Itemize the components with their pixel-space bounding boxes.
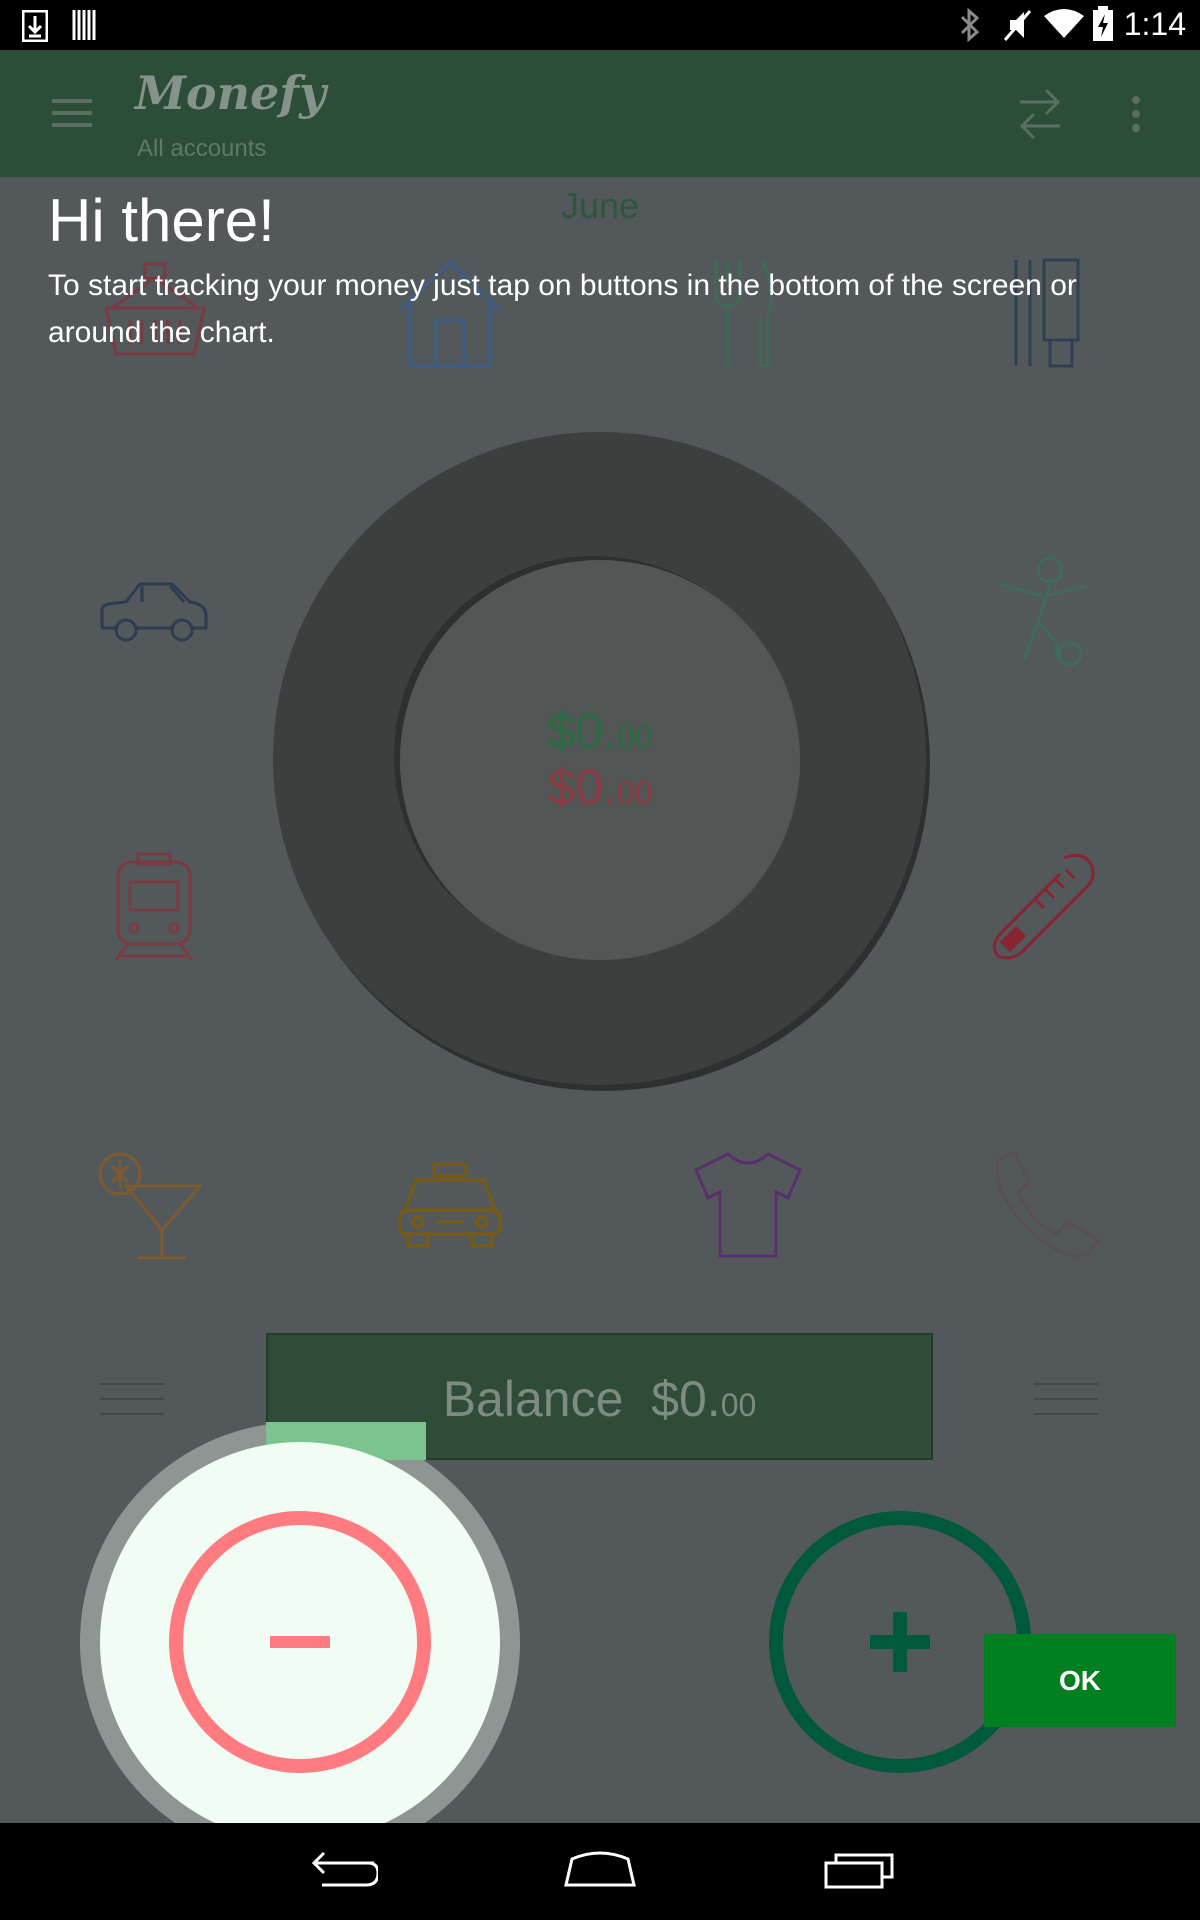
- expense-total-cents: 00: [616, 719, 653, 755]
- minus-icon: [270, 1636, 330, 1648]
- income-total-main: $0.: [547, 759, 617, 815]
- plus-icon: [870, 1612, 930, 1672]
- balance-cents: 00: [720, 1387, 757, 1423]
- home-icon[interactable]: [562, 1851, 638, 1887]
- balance-word: Balance: [442, 1371, 624, 1427]
- expense-total-main: $0.: [547, 703, 617, 759]
- car-icon[interactable]: [98, 580, 210, 644]
- barcode-icon: [72, 10, 96, 40]
- income-total: $0.00: [0, 758, 1200, 816]
- recents-icon[interactable]: [824, 1851, 894, 1889]
- status-bar: 1:14: [0, 0, 1200, 50]
- back-icon[interactable]: [310, 1851, 378, 1889]
- app-subtitle[interactable]: All accounts: [137, 135, 266, 163]
- transfer-icon[interactable]: [1018, 88, 1062, 140]
- balance-main: $0.: [651, 1371, 721, 1427]
- navigation-bar: [0, 1823, 1200, 1920]
- app-title: Monefy: [135, 66, 326, 120]
- income-total-cents: 00: [616, 775, 653, 811]
- thermometer-icon[interactable]: [988, 852, 1100, 964]
- train-icon[interactable]: [112, 852, 196, 964]
- bluetooth-icon: [960, 8, 980, 42]
- phone-icon[interactable]: [990, 1150, 1100, 1260]
- more-vert-icon[interactable]: [1130, 96, 1142, 132]
- download-icon: [22, 10, 48, 42]
- mute-icon: [1003, 10, 1032, 41]
- tshirt-icon[interactable]: [692, 1150, 804, 1260]
- left-list-icon[interactable]: [100, 1382, 164, 1416]
- sports-icon[interactable]: [994, 556, 1094, 668]
- right-list-icon[interactable]: [1034, 1382, 1098, 1416]
- expense-total: $0.00: [0, 702, 1200, 760]
- coachmark-body: To start tracking your money just tap on…: [48, 269, 1077, 349]
- ok-button[interactable]: OK: [984, 1634, 1176, 1727]
- coachmark-title: Hi there!: [48, 187, 275, 254]
- menu-icon[interactable]: [52, 98, 92, 128]
- battery-charging-icon: [1093, 6, 1113, 41]
- wifi-icon: [1044, 9, 1084, 38]
- clock: 1:14: [1123, 6, 1186, 42]
- cocktail-icon[interactable]: [98, 1150, 202, 1262]
- balance-label: Balance $0.00: [266, 1370, 933, 1428]
- expense-button[interactable]: [166, 1508, 434, 1776]
- taxi-icon[interactable]: [396, 1162, 504, 1250]
